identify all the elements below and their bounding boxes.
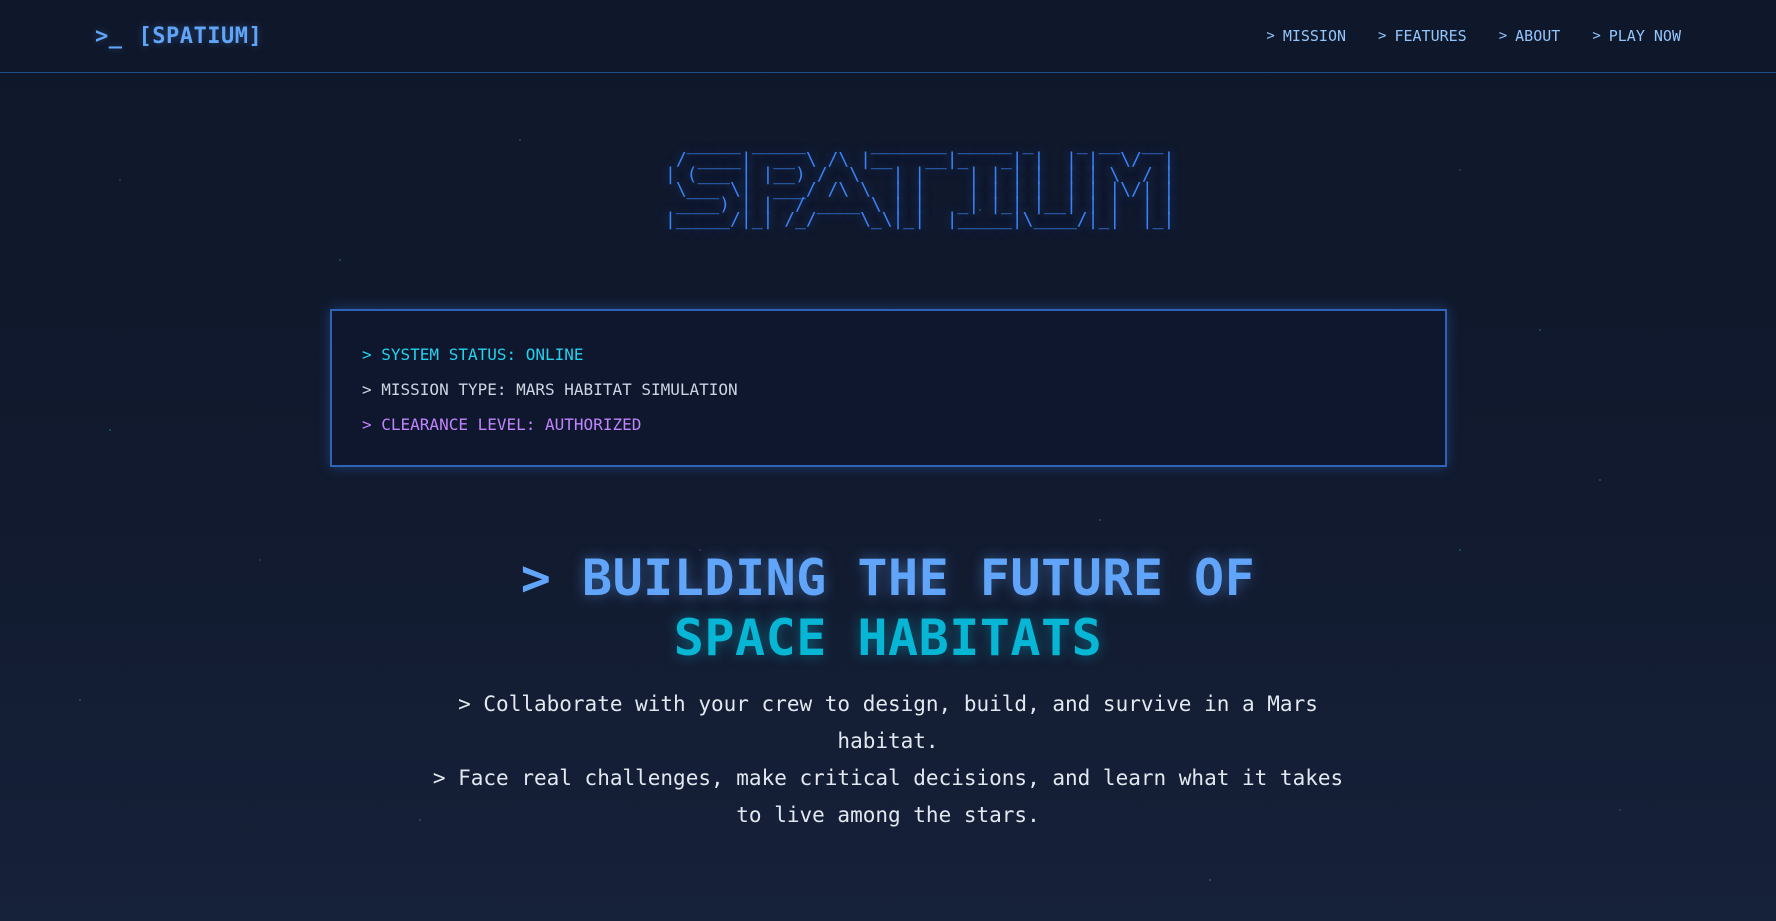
headline-line-2: SPACE HABITATS xyxy=(673,609,1103,667)
chevron-right-icon: > xyxy=(1266,28,1275,44)
system-status-line: > SYSTEM STATUS: ONLINE xyxy=(362,345,1415,364)
ascii-logo: _____ _____ _______ _____ _ _ __ __ / __… xyxy=(665,134,1175,230)
main-navigation: > MISSION > FEATURES > ABOUT > PLAY NOW xyxy=(1266,27,1681,45)
nav-label: FEATURES xyxy=(1394,27,1467,45)
chevron-right-icon: > xyxy=(1498,28,1508,44)
nav-label: MISSION xyxy=(1282,27,1347,45)
chevron-right-icon: > xyxy=(1378,28,1387,44)
brand-logo[interactable]: >_ [SPATIUM] xyxy=(95,24,262,49)
system-status-text: > SYSTEM STATUS: ONLINE xyxy=(362,345,584,364)
nav-item-play-now[interactable]: > PLAY NOW xyxy=(1592,27,1681,45)
mission-type-line: > MISSION TYPE: MARS HABITAT SIMULATION xyxy=(362,380,1415,399)
terminal-prompt-icon: >_ xyxy=(95,23,123,49)
brand-name: [SPATIUM] xyxy=(138,23,263,49)
headline-prefix: > xyxy=(520,549,552,607)
top-navigation-bar: >_ [SPATIUM] > MISSION > FEATURES > ABOU… xyxy=(0,0,1776,73)
nav-item-about[interactable]: > ABOUT xyxy=(1499,27,1561,45)
clearance-level-line: > CLEARANCE LEVEL: AUTHORIZED xyxy=(362,415,1415,434)
system-status-panel: > SYSTEM STATUS: ONLINE > MISSION TYPE: … xyxy=(330,309,1447,467)
headline-line-1: BUILDING THE FUTURE OF xyxy=(581,549,1256,607)
page-title: > BUILDING THE FUTURE OF SPACE HABITATS xyxy=(0,548,1776,668)
hero-description: > Collaborate with your crew to design, … xyxy=(430,686,1346,834)
chevron-right-icon: > xyxy=(1592,28,1601,44)
description-line-2: > Face real challenges, make critical de… xyxy=(432,766,1344,827)
clearance-level-text: > CLEARANCE LEVEL: AUTHORIZED xyxy=(362,415,642,434)
nav-label: ABOUT xyxy=(1515,27,1561,45)
description-line-1: > Collaborate with your crew to design, … xyxy=(458,692,1318,753)
hero-headline: > BUILDING THE FUTURE OF SPACE HABITATS xyxy=(0,548,1776,668)
nav-item-mission[interactable]: > MISSION xyxy=(1266,27,1346,45)
nav-item-features[interactable]: > FEATURES xyxy=(1378,27,1467,45)
nav-label: PLAY NOW xyxy=(1608,27,1681,45)
mission-type-text: > MISSION TYPE: MARS HABITAT SIMULATION xyxy=(362,380,738,399)
